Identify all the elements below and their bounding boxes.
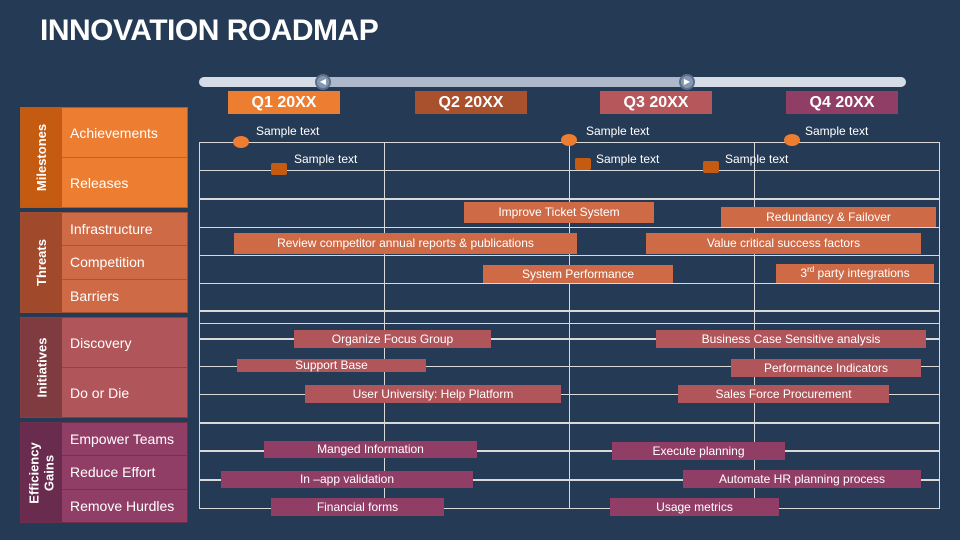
- quarter-label-q4: Q4 20XX: [786, 91, 898, 114]
- initiative-bar[interactable]: Organize Focus Group: [294, 330, 491, 348]
- section-title: Threats: [34, 239, 49, 286]
- release-marker-icon[interactable]: [575, 158, 591, 170]
- release-text: Sample text: [294, 152, 358, 166]
- section-title: Milestones: [34, 123, 49, 192]
- initiative-bar[interactable]: User University: Help Platform: [305, 385, 561, 403]
- achievement-marker-icon[interactable]: [561, 134, 577, 146]
- row-label-achievements: Achievements: [70, 124, 158, 141]
- row-label-competition: Competition: [62, 245, 187, 278]
- threat-bar[interactable]: Value critical success factors: [646, 233, 921, 254]
- quarter-label-q1: Q1 20XX: [228, 91, 340, 114]
- threat-bar[interactable]: Review competitor annual reports & publi…: [234, 233, 577, 254]
- page-title: INNOVATION ROADMAP: [40, 14, 379, 47]
- achievement-marker-icon[interactable]: [233, 136, 249, 148]
- row-label-reduce-effort: Reduce Effort: [62, 455, 187, 488]
- section-milestones: Milestones Achievements Releases: [20, 107, 188, 208]
- threat-bar[interactable]: Improve Ticket System: [464, 202, 654, 223]
- threat-bar[interactable]: Redundancy & Failover: [721, 207, 936, 227]
- bar-superscript: rd: [807, 265, 815, 274]
- efficiency-bar[interactable]: In –app validation: [221, 471, 473, 488]
- bar-label: party integrations: [817, 266, 910, 280]
- initiative-bar[interactable]: Sales Force Procurement: [678, 385, 889, 403]
- achievement-marker-icon[interactable]: [784, 134, 800, 146]
- section-title: Efficiency Gains: [26, 441, 57, 504]
- quarter-label-q3: Q3 20XX: [600, 91, 712, 114]
- timeline-slider-range[interactable]: [323, 77, 687, 87]
- achievement-text: Sample text: [256, 124, 320, 138]
- efficiency-bar[interactable]: Financial forms: [271, 498, 444, 516]
- chevron-left-icon: ◀: [319, 77, 327, 86]
- threat-bar-third-party[interactable]: 3rd party integrations: [776, 264, 934, 283]
- quarter-label-q2: Q2 20XX: [415, 91, 527, 114]
- initiative-bar[interactable]: Support Base: [237, 359, 426, 372]
- achievement-text: Sample text: [805, 124, 869, 138]
- initiative-bar[interactable]: Performance Indicators: [731, 359, 921, 377]
- row-label-infrastructure: Infrastructure: [70, 221, 153, 238]
- efficiency-bar[interactable]: Usage metrics: [610, 498, 779, 516]
- efficiency-bar[interactable]: Execute planning: [612, 442, 785, 460]
- row-label-discovery: Discovery: [70, 334, 132, 351]
- grid-milestones: [199, 142, 940, 200]
- section-initiatives: Initiatives Discovery Do or Die: [20, 317, 188, 418]
- section-threats: Threats Infrastructure Competition Barri…: [20, 212, 188, 313]
- initiative-bar[interactable]: Business Case Sensitive analysis: [656, 330, 926, 348]
- row-label-remove-hurdles: Remove Hurdles: [62, 488, 187, 522]
- efficiency-bar[interactable]: Automate HR planning process: [683, 470, 921, 488]
- slider-end-handle[interactable]: ▶: [679, 74, 695, 90]
- row-label-empower-teams: Empower Teams: [70, 431, 175, 448]
- release-text: Sample text: [596, 152, 660, 166]
- section-efficiency-gains: Efficiency Gains Empower Teams Reduce Ef…: [20, 422, 188, 523]
- release-text: Sample text: [725, 152, 789, 166]
- section-title: Initiatives: [34, 337, 49, 398]
- release-marker-icon[interactable]: [703, 161, 719, 173]
- release-marker-icon[interactable]: [271, 163, 287, 175]
- grid-efficiency: [199, 424, 940, 509]
- row-label-do-or-die: Do or Die: [62, 367, 187, 417]
- slider-start-handle[interactable]: ◀: [315, 74, 331, 90]
- efficiency-bar[interactable]: Manged Information: [264, 441, 477, 458]
- row-label-barriers: Barriers: [62, 278, 187, 312]
- threat-bar[interactable]: System Performance: [483, 265, 673, 283]
- row-label-releases: Releases: [62, 157, 187, 207]
- play-icon: ▶: [683, 77, 691, 86]
- achievement-text: Sample text: [586, 124, 650, 138]
